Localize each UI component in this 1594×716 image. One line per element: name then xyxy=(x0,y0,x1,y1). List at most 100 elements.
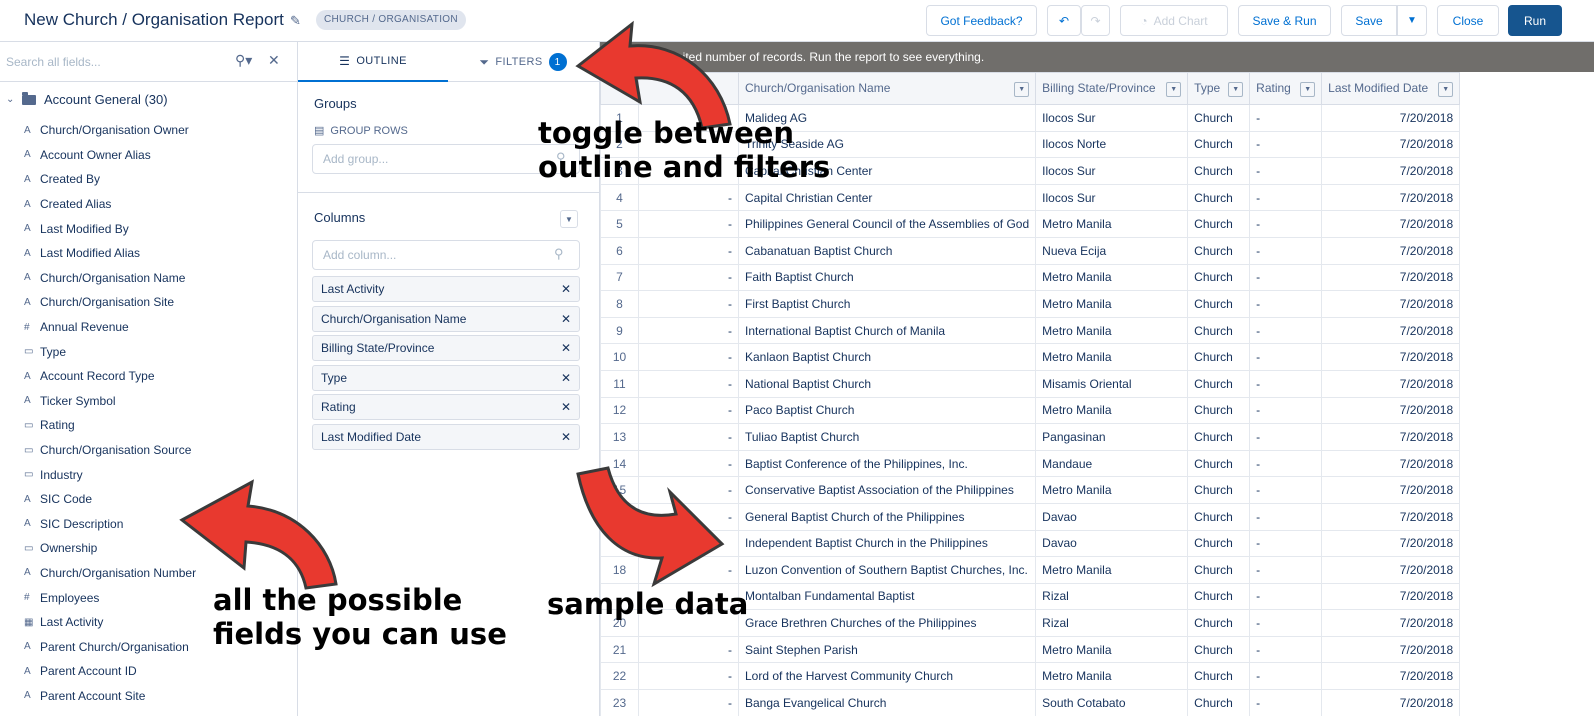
cell-type: Church xyxy=(1187,556,1251,584)
cell-type: Church xyxy=(1187,316,1251,345)
cell-name: Paco Baptist Church xyxy=(737,396,1037,425)
cell-rating: - xyxy=(1249,582,1323,611)
field-item[interactable]: # Annual Revenue xyxy=(24,315,196,340)
tab-outline[interactable]: ☰ OUTLINE xyxy=(298,42,448,82)
field-item[interactable]: A Parent Account Site xyxy=(24,684,196,709)
remove-column-icon[interactable]: ✕ xyxy=(561,430,571,444)
cell-type: Church xyxy=(1187,343,1251,371)
cell-rating: - xyxy=(1249,157,1323,185)
tab-filters-label: FILTERS xyxy=(495,56,543,68)
add-chart-button[interactable]: ◔ Add Chart xyxy=(1120,5,1228,36)
chevron-down-icon[interactable]: ⌄ xyxy=(6,94,22,105)
feedback-button[interactable]: Got Feedback? xyxy=(926,5,1037,36)
cell-name: Saint Stephen Parish xyxy=(737,635,1037,664)
field-item[interactable]: A Parent Account ID xyxy=(24,659,196,684)
field-item[interactable]: A Account Owner Alias xyxy=(24,143,196,168)
cell-date: 7/20/2018 xyxy=(1321,635,1461,664)
cell-state: Rizal xyxy=(1035,582,1189,611)
search-icon[interactable]: ⚲▾ xyxy=(235,52,252,69)
field-search-input[interactable] xyxy=(6,53,226,71)
column-chip[interactable]: Last Modified Date ✕ xyxy=(312,423,580,450)
column-chip[interactable]: Type ✕ xyxy=(312,364,580,391)
field-label: Church/Organisation Owner xyxy=(40,123,189,138)
column-chip[interactable]: Billing State/Province ✕ xyxy=(312,335,580,362)
field-item[interactable]: A Created Alias xyxy=(24,192,196,217)
column-chip-label: Billing State/Province xyxy=(321,341,435,356)
column-header-name[interactable]: Church/Organisation Name ▼ xyxy=(737,72,1037,105)
column-chip[interactable]: Last Activity ✕ xyxy=(312,276,580,302)
table-row: 5- Philippines General Council of the Ass… xyxy=(600,210,1461,238)
field-type-icon: ▭ xyxy=(24,469,34,481)
chevron-down-icon[interactable]: ▼ xyxy=(1228,81,1244,97)
cell-n: 12 xyxy=(600,396,639,425)
field-item[interactable]: # Employees xyxy=(24,585,196,610)
cell-date: 7/20/2018 xyxy=(1321,529,1461,558)
remove-column-icon[interactable]: ✕ xyxy=(561,312,571,326)
field-item[interactable]: A SIC Code xyxy=(24,487,196,512)
field-item[interactable]: ▭ Type xyxy=(24,339,196,364)
column-header-rating[interactable]: Rating ▼ xyxy=(1249,72,1323,105)
cell-type: Church xyxy=(1187,263,1251,292)
field-item[interactable]: A Ticker Symbol xyxy=(24,389,196,414)
column-chip-label: Rating xyxy=(321,400,356,415)
field-item[interactable]: ▭ Church/Organisation Source xyxy=(24,438,196,463)
field-item[interactable]: A Church/Organisation Owner xyxy=(24,118,196,143)
cell-date: 7/20/2018 xyxy=(1321,236,1461,265)
remove-column-icon[interactable]: ✕ xyxy=(561,282,571,296)
cell-date: 7/20/2018 xyxy=(1321,609,1461,637)
field-item[interactable]: ▭ Ownership xyxy=(24,536,196,561)
remove-column-icon[interactable]: ✕ xyxy=(561,400,571,414)
field-item[interactable]: A Church/Organisation Site xyxy=(24,290,196,315)
field-item[interactable]: A Parent Church/Organisation xyxy=(24,634,196,659)
field-type-icon: A xyxy=(24,493,31,505)
cell-state: Metro Manila xyxy=(1035,556,1189,584)
remove-column-icon[interactable]: ✕ xyxy=(561,341,571,355)
table-row: 4- Capital Christian Center Ilocos Sur Chur… xyxy=(600,183,1461,212)
field-item[interactable]: A SIC Description xyxy=(24,512,196,537)
add-column-input[interactable] xyxy=(312,240,580,270)
close-icon[interactable]: ✕ xyxy=(268,52,280,69)
edit-pencil-icon[interactable]: ✎ xyxy=(290,13,301,29)
field-item[interactable]: A Church/Organisation Number xyxy=(24,561,196,586)
column-header-modified[interactable]: Last Modified Date ▼ xyxy=(1321,72,1461,105)
field-group-account-general[interactable]: ⌄ Account General (30) xyxy=(6,91,168,107)
chevron-down-icon[interactable]: ▼ xyxy=(1014,81,1030,97)
save-menu-button[interactable]: ▼ xyxy=(1397,5,1427,36)
column-chip[interactable]: Rating ✕ xyxy=(312,394,580,421)
save-run-button[interactable]: Save & Run xyxy=(1238,5,1331,36)
field-item[interactable]: ▭ Rating xyxy=(24,413,196,438)
run-button[interactable]: Run xyxy=(1508,5,1562,36)
column-chip[interactable]: Church/Organisation Name ✕ xyxy=(312,305,580,332)
groups-title: Groups xyxy=(314,96,357,111)
cell-state: Metro Manila xyxy=(1035,290,1189,318)
cell-rating: - xyxy=(1249,635,1323,664)
save-button[interactable]: Save xyxy=(1341,5,1397,36)
field-label: Type xyxy=(40,344,67,359)
field-item[interactable]: A Last Modified Alias xyxy=(24,241,196,266)
field-item[interactable]: A Last Modified By xyxy=(24,216,196,241)
column-header-state[interactable]: Billing State/Province ▼ xyxy=(1035,72,1189,105)
table-row: 8- First Baptist Church Metro Manila Church… xyxy=(600,290,1461,318)
undo-button[interactable]: ↶ xyxy=(1047,5,1081,36)
column-header-type[interactable]: Type ▼ xyxy=(1187,72,1251,105)
field-label: Ownership xyxy=(40,541,98,556)
cell-date: 7/20/2018 xyxy=(1321,210,1461,238)
redo-button[interactable]: ↷ xyxy=(1081,5,1110,36)
close-button[interactable]: Close xyxy=(1437,5,1499,36)
cell-rating: - xyxy=(1249,104,1323,132)
columns-menu-button[interactable]: ▼ xyxy=(560,210,578,228)
field-label: Account Owner Alias xyxy=(40,147,151,162)
field-item[interactable]: A Created By xyxy=(24,167,196,192)
cell-rating: - xyxy=(1249,423,1323,451)
field-item[interactable]: ▦ Last Activity xyxy=(24,610,196,635)
report-header: New Church / Organisation Report ✎ CHURC… xyxy=(0,0,1594,42)
field-type-icon: A xyxy=(24,198,31,210)
field-item[interactable]: A Account Record Type xyxy=(24,364,196,389)
field-item[interactable]: ▭ Industry xyxy=(24,462,196,487)
chevron-down-icon[interactable]: ▼ xyxy=(1166,81,1182,97)
chevron-down-icon[interactable]: ▼ xyxy=(1300,81,1316,97)
field-item[interactable]: A Church/Organisation Name xyxy=(24,266,196,291)
remove-column-icon[interactable]: ✕ xyxy=(561,371,571,385)
cell-rating: - xyxy=(1249,183,1323,212)
chevron-down-icon[interactable]: ▼ xyxy=(1438,81,1454,97)
